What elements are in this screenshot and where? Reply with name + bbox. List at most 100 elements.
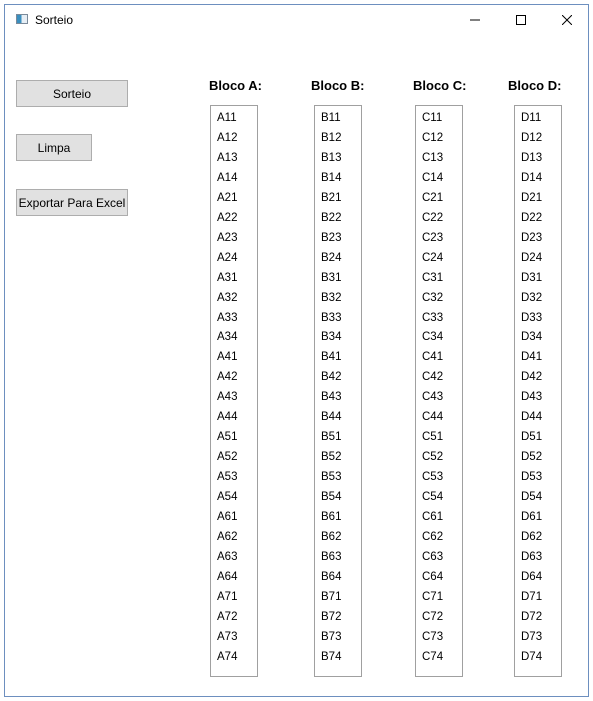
list-item[interactable]: C12 — [422, 131, 443, 145]
list-item[interactable]: D74 — [521, 650, 542, 664]
list-item[interactable]: C62 — [422, 530, 443, 544]
list-item[interactable]: B11 — [321, 111, 341, 125]
list-item[interactable]: A13 — [217, 151, 237, 165]
list-item[interactable]: C53 — [422, 470, 443, 484]
bloco-d-listbox[interactable]: D11 D12 D13 D14 D21 D22 D23 D24 D31 D32 D33 D34 D41 D… — [514, 105, 562, 677]
list-item[interactable]: A52 — [217, 450, 237, 464]
maximize-button[interactable] — [498, 5, 544, 34]
list-item[interactable]: A63 — [217, 550, 237, 564]
bloco-c-listbox[interactable]: C11 C12 C13 C14 C21 C22 C23 C24 C31 C32 C33 C34 C41 C… — [415, 105, 463, 677]
list-item[interactable]: D53 — [521, 470, 542, 484]
list-item[interactable]: A14 — [217, 171, 237, 185]
list-item[interactable]: B24 — [321, 251, 341, 265]
list-item[interactable]: B23 — [321, 231, 341, 245]
list-item[interactable]: A64 — [217, 570, 237, 584]
list-item[interactable]: A51 — [217, 430, 237, 444]
list-item[interactable]: D11 — [521, 111, 541, 125]
list-item[interactable]: A61 — [217, 510, 237, 524]
list-item[interactable]: C64 — [422, 570, 443, 584]
list-item[interactable]: B22 — [321, 211, 341, 225]
list-item[interactable]: A44 — [217, 410, 237, 424]
list-item[interactable]: C32 — [422, 291, 443, 305]
list-item[interactable]: B34 — [321, 330, 341, 344]
list-item[interactable]: B64 — [321, 570, 341, 584]
list-item[interactable]: A31 — [217, 271, 237, 285]
list-item[interactable]: D71 — [521, 590, 542, 604]
list-item[interactable]: C31 — [422, 271, 443, 285]
list-item[interactable]: C22 — [422, 211, 443, 225]
list-item[interactable]: A71 — [217, 590, 237, 604]
list-item[interactable]: C63 — [422, 550, 443, 564]
list-item[interactable]: B33 — [321, 311, 341, 325]
list-item[interactable]: A12 — [217, 131, 237, 145]
list-item[interactable]: C23 — [422, 231, 443, 245]
list-item[interactable]: A74 — [217, 650, 237, 664]
list-item[interactable]: D41 — [521, 350, 542, 364]
list-item[interactable]: A53 — [217, 470, 237, 484]
list-item[interactable]: A23 — [217, 231, 237, 245]
list-item[interactable]: C51 — [422, 430, 443, 444]
list-item[interactable]: B54 — [321, 490, 341, 504]
list-item[interactable]: B74 — [321, 650, 341, 664]
list-item[interactable]: B71 — [321, 590, 341, 604]
list-item[interactable]: D61 — [521, 510, 542, 524]
title-bar[interactable]: Sorteio — [5, 5, 588, 34]
list-item[interactable]: D72 — [521, 610, 542, 624]
sorteio-button[interactable]: Sorteio — [16, 80, 128, 107]
list-item[interactable]: C11 — [422, 111, 442, 125]
list-item[interactable]: D62 — [521, 530, 542, 544]
list-item[interactable]: D21 — [521, 191, 542, 205]
list-item[interactable]: C52 — [422, 450, 443, 464]
list-item[interactable]: D54 — [521, 490, 542, 504]
list-item[interactable]: A21 — [217, 191, 237, 205]
list-item[interactable]: C13 — [422, 151, 443, 165]
list-item[interactable]: C24 — [422, 251, 443, 265]
list-item[interactable]: B72 — [321, 610, 341, 624]
list-item[interactable]: D44 — [521, 410, 542, 424]
list-item[interactable]: C72 — [422, 610, 443, 624]
exportar-excel-button[interactable]: Exportar Para Excel — [16, 189, 128, 216]
list-item[interactable]: B43 — [321, 390, 341, 404]
list-item[interactable]: A54 — [217, 490, 237, 504]
list-item[interactable]: D12 — [521, 131, 542, 145]
list-item[interactable]: D63 — [521, 550, 542, 564]
bloco-b-listbox[interactable]: B11 B12 B13 B14 B21 B22 B23 B24 B31 B32 B33 B34 B41 B… — [314, 105, 362, 677]
list-item[interactable]: C41 — [422, 350, 443, 364]
list-item[interactable]: A41 — [217, 350, 237, 364]
list-item[interactable]: C71 — [422, 590, 443, 604]
list-item[interactable]: B51 — [321, 430, 341, 444]
list-item[interactable]: D23 — [521, 231, 542, 245]
list-item[interactable]: B21 — [321, 191, 341, 205]
list-item[interactable]: B44 — [321, 410, 341, 424]
list-item[interactable]: A72 — [217, 610, 237, 624]
list-item[interactable]: C74 — [422, 650, 443, 664]
list-item[interactable]: C14 — [422, 171, 443, 185]
list-item[interactable]: A34 — [217, 330, 237, 344]
list-item[interactable]: A33 — [217, 311, 237, 325]
list-item[interactable]: A32 — [217, 291, 237, 305]
list-item[interactable]: D13 — [521, 151, 542, 165]
list-item[interactable]: D14 — [521, 171, 542, 185]
list-item[interactable]: B62 — [321, 530, 341, 544]
list-item[interactable]: C21 — [422, 191, 443, 205]
list-item[interactable]: D32 — [521, 291, 542, 305]
list-item[interactable]: C42 — [422, 370, 443, 384]
list-item[interactable]: B63 — [321, 550, 341, 564]
list-item[interactable]: B31 — [321, 271, 341, 285]
list-item[interactable]: D64 — [521, 570, 542, 584]
list-item[interactable]: B13 — [321, 151, 341, 165]
list-item[interactable]: C54 — [422, 490, 443, 504]
list-item[interactable]: D22 — [521, 211, 542, 225]
list-item[interactable]: B73 — [321, 630, 341, 644]
list-item[interactable]: A62 — [217, 530, 237, 544]
list-item[interactable]: D51 — [521, 430, 542, 444]
list-item[interactable]: D42 — [521, 370, 542, 384]
list-item[interactable]: D24 — [521, 251, 542, 265]
list-item[interactable]: D34 — [521, 330, 542, 344]
list-item[interactable]: C61 — [422, 510, 443, 524]
bloco-a-listbox[interactable]: A11 A12 A13 A14 A21 A22 A23 A24 A31 A32 A33 A34 A41 A… — [210, 105, 258, 677]
list-item[interactable]: C44 — [422, 410, 443, 424]
list-item[interactable]: B61 — [321, 510, 341, 524]
list-item[interactable]: D33 — [521, 311, 542, 325]
minimize-button[interactable] — [452, 5, 498, 34]
